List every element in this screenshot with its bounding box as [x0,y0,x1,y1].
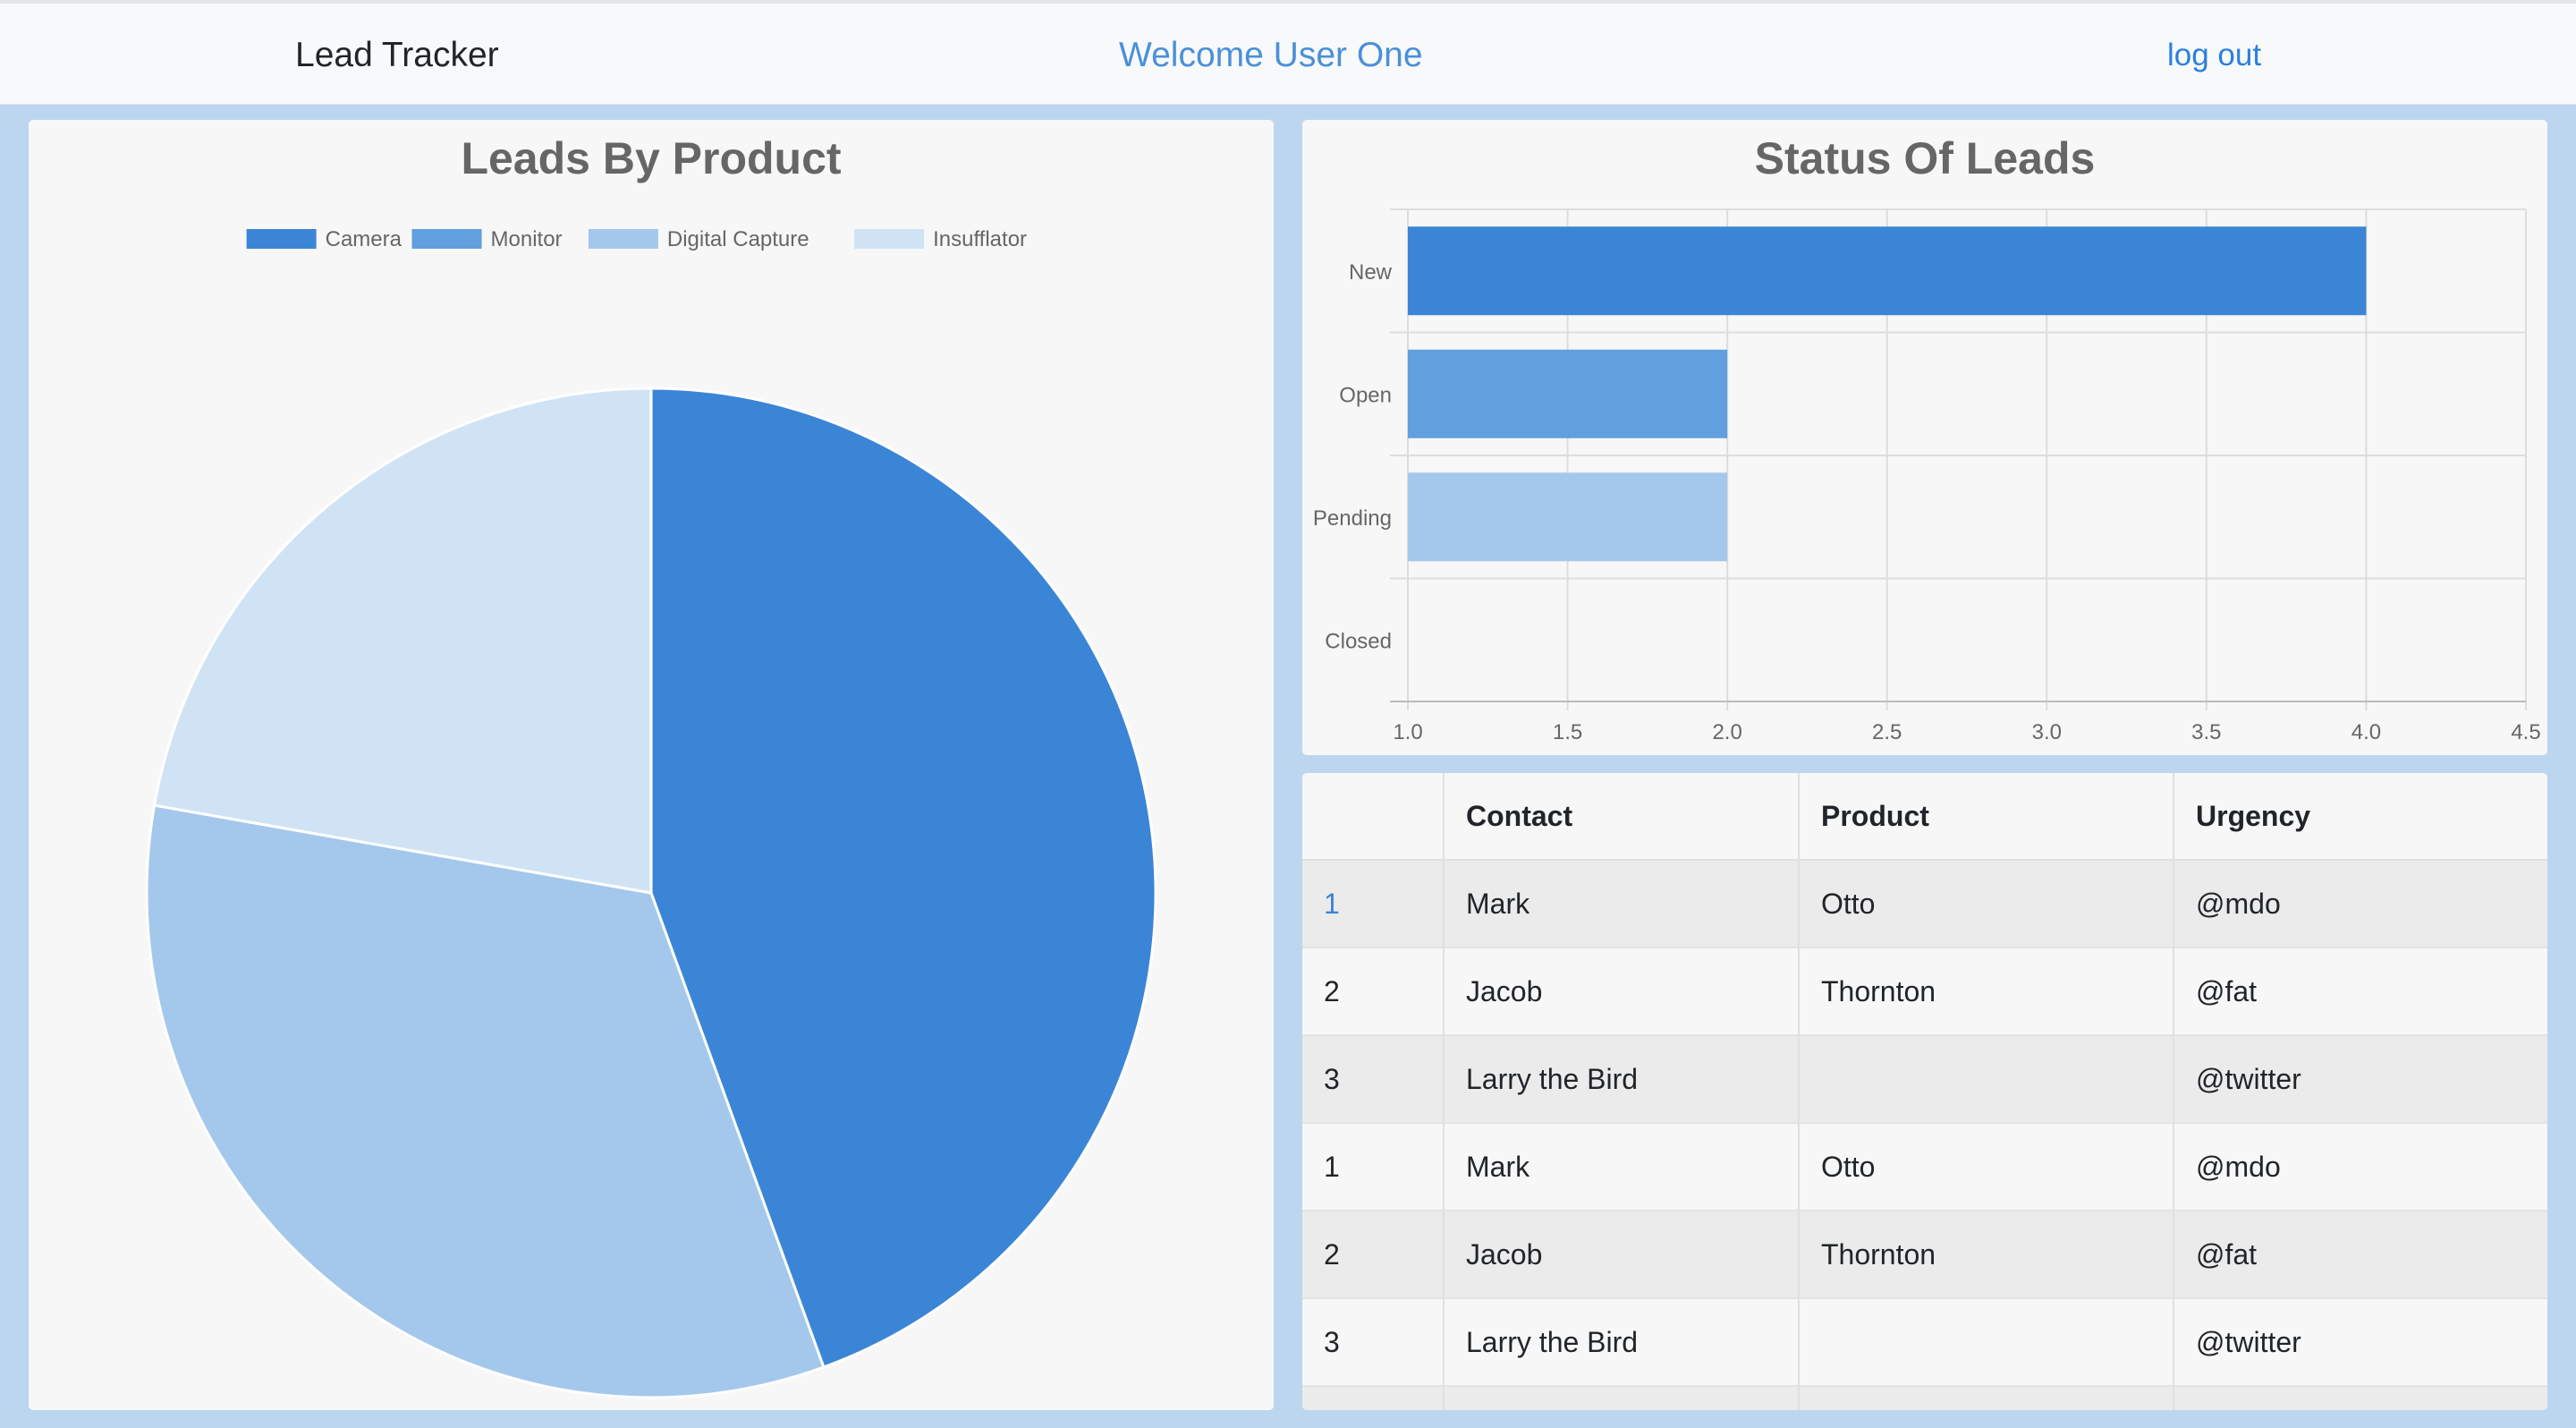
bar-new[interactable] [1408,226,2367,316]
row-urgency: @twitter [2174,1034,2547,1123]
header-product[interactable]: Product [1799,773,2174,861]
bar-y-labels: New Open Pending Closed [1313,260,1393,654]
legend-swatch-camera[interactable] [246,229,317,249]
row-urgency: @mdo [2174,1122,2547,1211]
row-number: 2 [1302,1210,1445,1298]
y-category-label-closed: Closed [1325,629,1392,653]
row-contact: Larry the Bird [1444,1297,1800,1386]
table-row[interactable]: 1 Mark Otto @mdo [1302,859,2547,948]
x-tick-label: 4.0 [2351,720,2381,744]
status-of-leads-panel: Status Of Leads New Open Pending Closed 1.0… [1302,120,2547,755]
row-number[interactable]: 1 [1302,859,1445,948]
y-category-label-pending: Pending [1313,506,1392,531]
x-tick-label: 3.5 [2191,720,2221,744]
table-row-partial [1302,1385,2547,1410]
row-urgency: @fat [2174,947,2547,1035]
legend-swatch-digital-capture[interactable] [588,229,658,249]
table-row[interactable]: 3 Larry the Bird @twitter [1302,1297,2547,1386]
x-tick-label: 2.5 [1872,720,1902,744]
row-urgency: @mdo [2174,859,2547,948]
brand-title[interactable]: Lead Tracker [295,36,499,75]
pie-slices [145,387,1157,1399]
table-header-row: Contact Product Urgency [1302,773,2547,861]
leads-by-product-panel: Leads By Product Camera Monitor Digital Ca… [29,120,1274,1410]
x-tick-label: 2.0 [1712,720,1741,744]
row-contact: Larry the Bird [1444,1034,1800,1123]
header-contact[interactable]: Contact [1444,773,1800,861]
row-number: 2 [1302,947,1445,1035]
legend-swatch-insufflator[interactable] [854,229,925,249]
legend-label-digital-capture[interactable]: Digital Capture [667,227,809,251]
row-contact: Mark [1444,1122,1800,1211]
bar-open[interactable] [1408,349,1728,438]
x-tick-label: 1.5 [1553,720,1582,744]
table-row[interactable]: 2 Jacob Thornton @fat [1302,947,2547,1035]
leads-table: Contact Product Urgency 1 Mark Otto @mdo… [1302,773,2547,1410]
bar-chart-title: Status Of Leads [1755,133,2096,183]
navbar: Lead Tracker Welcome User One log out [0,4,2576,105]
legend-label-monitor[interactable]: Monitor [491,227,563,251]
pie-legend: Camera Monitor Digital Capture Insufflator [246,227,1027,251]
welcome-message: Welcome User One [1119,36,1423,74]
row-number: 3 [1302,1034,1445,1123]
row-contact: Jacob [1444,1210,1800,1298]
row-product [1799,1297,2174,1386]
pie-slice-insufflator[interactable] [152,387,653,895]
row-product [1799,1034,2174,1123]
y-category-label-open: Open [1339,383,1392,407]
x-tick-label: 3.0 [2032,720,2062,744]
pie-chart-title: Leads By Product [461,133,841,183]
legend-swatch-monitor[interactable] [411,229,482,249]
row-urgency: @fat [2174,1210,2547,1298]
legend-label-insufflator[interactable]: Insufflator [933,227,1027,251]
legend-label-camera[interactable]: Camera [326,227,402,251]
row-number: 1 [1302,1122,1445,1211]
table-row[interactable]: 2 Jacob Thornton @fat [1302,1210,2547,1298]
bar-pending[interactable] [1408,472,1728,562]
row-product: Thornton [1799,1210,2174,1298]
row-product: Thornton [1799,947,2174,1035]
row-urgency: @twitter [2174,1297,2547,1386]
header-urgency[interactable]: Urgency [2174,773,2547,861]
logout-link[interactable]: log out [2167,38,2261,73]
leads-table-panel: Contact Product Urgency 1 Mark Otto @mdo… [1302,773,2547,1410]
table-row[interactable]: 3 Larry the Bird @twitter [1302,1034,2547,1123]
leads-by-product-chart: Leads By Product Camera Monitor Digital Ca… [145,133,1157,1399]
y-category-label-new: New [1349,260,1393,285]
status-of-leads-chart: Status Of Leads New Open Pending Closed 1.0… [1313,133,2541,744]
bar-x-labels: 1.0 1.5 2.0 2.5 3.0 3.5 4.0 4.5 [1393,720,2540,744]
header-number[interactable] [1302,773,1445,861]
row-contact: Jacob [1444,947,1800,1035]
table-row[interactable]: 1 Mark Otto @mdo [1302,1122,2547,1211]
x-tick-label: 1.0 [1393,720,1422,744]
row-product: Otto [1799,859,2174,948]
row-number: 3 [1302,1297,1445,1386]
x-tick-label: 4.5 [2511,720,2540,744]
row-contact: Mark [1444,859,1800,948]
row-product: Otto [1799,1122,2174,1211]
